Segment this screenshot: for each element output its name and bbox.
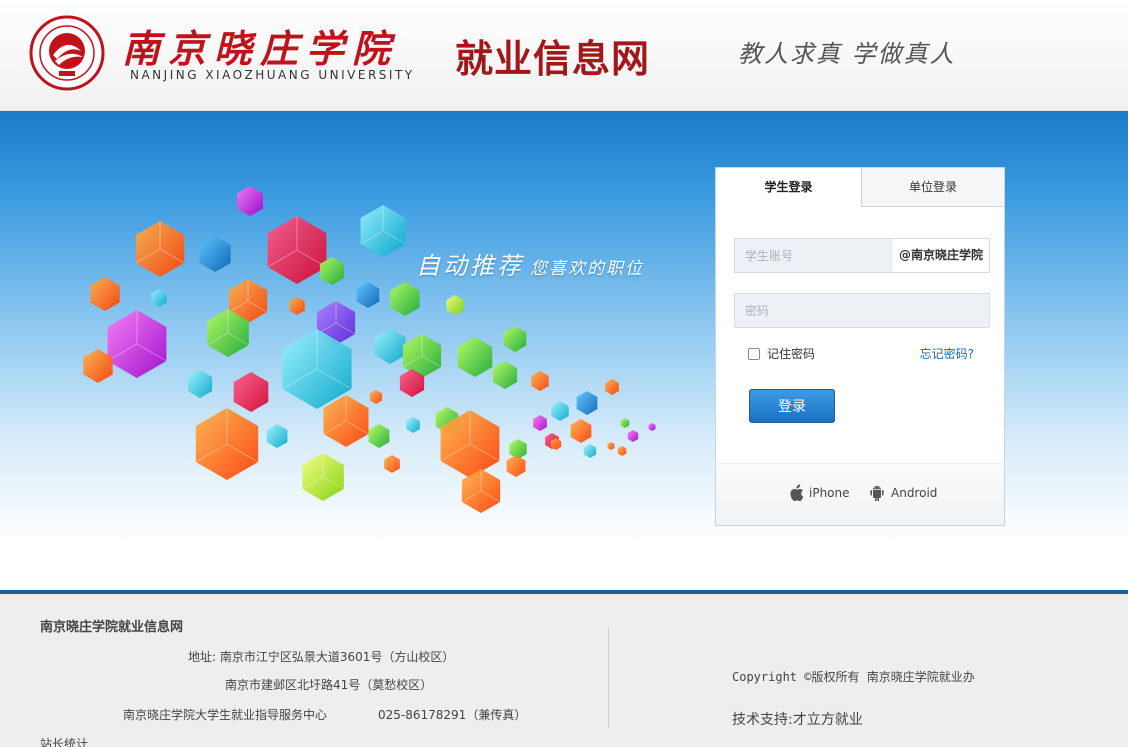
- decorative-hexagon: [533, 415, 547, 431]
- android-icon: [870, 486, 884, 501]
- decorative-hexagon: [406, 417, 420, 433]
- footer-stats-link[interactable]: 站长统计: [40, 735, 88, 747]
- footer-center-name: 南京晓庄学院大学生就业指导服务中心: [123, 708, 328, 722]
- footer-copyright: Copyright ©版权所有 南京晓庄学院就业办: [732, 670, 975, 684]
- decorative-hexagon: [607, 442, 615, 450]
- decorative-hexagon: [356, 282, 380, 308]
- password-field: [734, 293, 990, 328]
- decorative-hexagon: [446, 295, 464, 315]
- footer-divider: [608, 628, 609, 728]
- remember-password-label: 记住密码: [767, 347, 816, 361]
- decorative-hexagon: [605, 379, 619, 395]
- forgot-password-link[interactable]: 忘记密码?: [920, 345, 974, 362]
- student-account-input[interactable]: [735, 239, 893, 272]
- decorative-hexagon: [509, 439, 527, 459]
- decorative-hexagon: [374, 328, 406, 364]
- decorative-hexagon: [390, 282, 420, 316]
- decorative-hexagon: [289, 297, 305, 315]
- decorative-hexagon: [576, 391, 598, 415]
- university-name-cn: 南京晓庄学院: [122, 26, 399, 71]
- decorative-hexagon: [551, 401, 569, 421]
- password-input[interactable]: [735, 294, 989, 327]
- remember-password[interactable]: 记住密码: [748, 345, 815, 362]
- site-footer: 南京晓庄学院就业信息网 地址: 南京市江宁区弘景大道3601号（方山校区） 南京…: [0, 590, 1128, 747]
- android-app-link[interactable]: Android: [868, 484, 937, 502]
- account-field: @南京晓庄学院: [734, 238, 990, 273]
- university-seal-logo: [29, 15, 105, 91]
- footer-title: 南京晓庄学院就业信息网: [40, 620, 184, 635]
- university-name-en: NANJING XIAOZHUANG UNIVERSITY: [130, 68, 415, 82]
- site-title: 就业信息网: [455, 37, 651, 81]
- decorative-hexagon: [570, 419, 592, 443]
- tab-student-login[interactable]: 学生登录: [716, 168, 861, 207]
- site-header: 南京晓庄学院 NANJING XIAOZHUANG UNIVERSITY 就业信…: [0, 0, 1128, 111]
- decorative-hexagon: [187, 370, 213, 398]
- slogan-main: 自动推荐: [416, 252, 524, 280]
- login-panel: 学生登录 单位登录 @南京晓庄学院 记住密码 忘记密码? 登录 iPhone: [715, 167, 1005, 526]
- footer-address-fangshan: 地址: 南京市江宁区弘景大道3601号（方山校区）: [188, 650, 455, 664]
- hexagon-illustration: [83, 186, 656, 513]
- footer-tech-support: 技术支持:才立方就业: [732, 712, 863, 728]
- decorative-hexagon: [90, 277, 120, 311]
- decorative-hexagon: [531, 371, 549, 391]
- tab-unit-login[interactable]: 单位登录: [861, 168, 1004, 207]
- slogan-sub: 您喜欢的职位: [530, 259, 644, 279]
- decorative-hexagon: [627, 430, 639, 442]
- decorative-hexagon: [457, 337, 493, 377]
- footer-address-mochou: 南京市建邺区北圩路41号（莫愁校区）: [225, 678, 433, 692]
- decorative-hexagon: [506, 455, 526, 477]
- decorative-hexagon: [620, 418, 630, 428]
- decorative-hexagon: [617, 446, 627, 456]
- account-domain-suffix: @南京晓庄学院: [893, 239, 989, 272]
- decorative-hexagon: [233, 372, 269, 412]
- decorative-hexagon: [583, 444, 597, 458]
- decorative-hexagon: [384, 455, 400, 473]
- decorative-hexagon: [199, 236, 231, 272]
- android-label: Android: [891, 486, 938, 500]
- decorative-hexagon: [237, 186, 263, 216]
- decorative-hexagon: [492, 361, 518, 389]
- decorative-hexagon: [648, 423, 656, 431]
- decorative-hexagon: [151, 289, 167, 307]
- footer-phone: 025-86178291（兼传真）: [378, 708, 527, 722]
- login-button[interactable]: 登录: [749, 389, 835, 423]
- apple-icon: [790, 484, 804, 501]
- app-download-area: iPhone Android: [716, 463, 1004, 525]
- remember-password-checkbox[interactable]: [748, 347, 760, 360]
- decorative-hexagon: [368, 424, 390, 448]
- login-tabs: 学生登录 单位登录: [716, 168, 1004, 207]
- decorative-hexagon: [503, 326, 527, 352]
- iphone-app-link[interactable]: iPhone: [788, 484, 850, 502]
- school-motto: 教人求真 学做真人: [738, 40, 956, 68]
- decorative-hexagon: [266, 424, 288, 448]
- banner-slogan: 自动推荐 您喜欢的职位: [416, 246, 644, 281]
- decorative-hexagon: [369, 390, 383, 404]
- iphone-label: iPhone: [809, 486, 850, 500]
